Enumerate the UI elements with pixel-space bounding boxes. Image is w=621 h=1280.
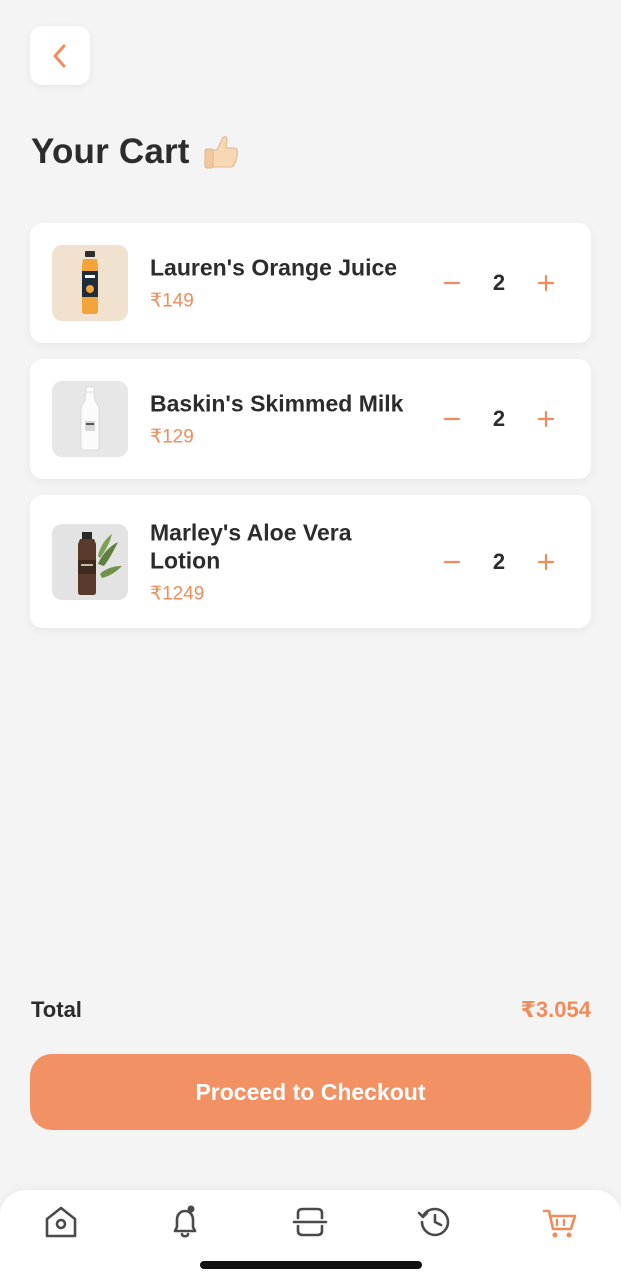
total-row: Total ₹3.054 bbox=[31, 997, 591, 1023]
cart-item: Lauren's Orange Juice ₹149 2 bbox=[30, 223, 591, 343]
milk-bottle-icon bbox=[52, 381, 128, 457]
product-image bbox=[52, 245, 128, 321]
cart-item: Baskin's Skimmed Milk ₹129 2 bbox=[30, 359, 591, 479]
item-info: Baskin's Skimmed Milk ₹129 bbox=[150, 390, 425, 449]
plus-icon bbox=[537, 553, 555, 570]
quantity-value: 2 bbox=[492, 406, 506, 431]
increase-quantity-button[interactable] bbox=[531, 547, 561, 577]
history-icon bbox=[417, 1207, 450, 1237]
plus-icon bbox=[537, 410, 555, 428]
quantity-value: 2 bbox=[492, 270, 506, 295]
item-price: ₹149 bbox=[150, 290, 194, 312]
minus-icon bbox=[443, 417, 461, 421]
chevron-left-icon bbox=[53, 44, 66, 67]
cart-screen: Your Cart Lauren's Orange Juice ₹149 2 B… bbox=[0, 0, 621, 1280]
tab-cart[interactable] bbox=[535, 1202, 585, 1242]
plus-icon bbox=[537, 274, 555, 292]
thumbs-up-icon bbox=[204, 136, 238, 169]
page-title: Your Cart bbox=[31, 132, 190, 171]
total-label: Total bbox=[31, 997, 82, 1022]
checkout-button[interactable]: Proceed to Checkout bbox=[30, 1054, 591, 1130]
decrease-quantity-button[interactable] bbox=[437, 404, 467, 434]
quantity-stepper: 2 bbox=[437, 404, 561, 434]
total-value: ₹3.054 bbox=[520, 997, 591, 1022]
cart-item: Marley's Aloe Vera Lotion ₹1249 2 bbox=[30, 495, 591, 628]
item-info: Lauren's Orange Juice ₹149 bbox=[150, 254, 425, 313]
minus-icon bbox=[443, 560, 461, 563]
increase-quantity-button[interactable] bbox=[531, 268, 561, 298]
tab-scan[interactable] bbox=[285, 1202, 335, 1242]
cart-list: Lauren's Orange Juice ₹149 2 Baskin's Sk… bbox=[30, 223, 591, 644]
tab-home[interactable] bbox=[36, 1202, 86, 1242]
item-name: Marley's Aloe Vera Lotion bbox=[150, 519, 352, 573]
bell-icon bbox=[173, 1205, 197, 1238]
quantity-stepper: 2 bbox=[437, 268, 561, 298]
scan-icon bbox=[292, 1207, 328, 1237]
tab-notifications[interactable] bbox=[160, 1202, 210, 1242]
item-name: Baskin's Skimmed Milk bbox=[150, 390, 404, 417]
item-price: ₹129 bbox=[150, 426, 194, 448]
quantity-stepper: 2 bbox=[437, 547, 561, 577]
cart-icon bbox=[542, 1209, 577, 1238]
tab-history[interactable] bbox=[409, 1202, 459, 1242]
title-row: Your Cart bbox=[31, 132, 240, 172]
product-image bbox=[52, 523, 128, 600]
increase-quantity-button[interactable] bbox=[531, 404, 561, 434]
minus-icon bbox=[443, 281, 461, 285]
decrease-quantity-button[interactable] bbox=[437, 268, 467, 298]
decrease-quantity-button[interactable] bbox=[437, 547, 467, 577]
item-name: Lauren's Orange Juice bbox=[150, 254, 398, 281]
item-info: Marley's Aloe Vera Lotion ₹1249 bbox=[150, 518, 425, 605]
home-indicator bbox=[200, 1261, 422, 1269]
quantity-value: 2 bbox=[492, 548, 506, 574]
lotion-bottle-icon bbox=[52, 523, 128, 600]
home-icon bbox=[45, 1206, 77, 1238]
back-button[interactable] bbox=[30, 26, 90, 85]
product-image bbox=[52, 381, 128, 457]
orange-juice-bottle-icon bbox=[52, 245, 128, 321]
item-price: ₹1249 bbox=[150, 583, 205, 604]
